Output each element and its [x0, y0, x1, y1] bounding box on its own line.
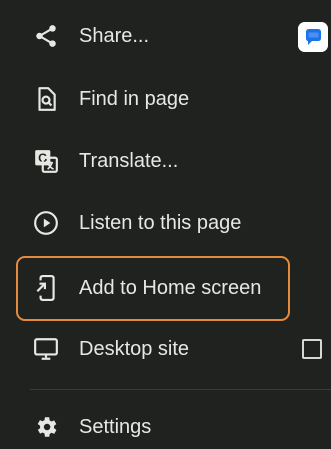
menu-item-label: Translate... — [79, 150, 179, 172]
menu-item-label: Add to Home screen — [79, 277, 262, 299]
gear-icon — [33, 414, 59, 440]
desktop-site-checkbox[interactable] — [302, 339, 322, 359]
overflow-menu: Share... Find in page G Translate... Lis… — [0, 0, 331, 449]
menu-item-label: Share... — [79, 25, 150, 47]
menu-item-add-to-home-screen[interactable]: Add to Home screen — [0, 263, 331, 313]
translate-icon: G — [33, 148, 59, 174]
add-to-home-screen-icon — [33, 275, 59, 301]
menu-item-label: Desktop site — [79, 338, 190, 360]
menu-item-label: Settings — [79, 416, 152, 438]
menu-item-label: Find in page — [79, 88, 190, 110]
menu-item-label: Listen to this page — [79, 212, 242, 234]
menu-item-settings[interactable]: Settings — [0, 402, 331, 449]
play-circle-icon — [33, 210, 59, 236]
find-in-page-icon — [33, 86, 59, 112]
menu-item-share[interactable]: Share... — [0, 11, 331, 61]
desktop-icon — [33, 336, 59, 362]
menu-item-desktop-site[interactable]: Desktop site — [0, 324, 331, 374]
menu-item-translate[interactable]: G Translate... — [0, 136, 331, 186]
menu-item-find-in-page[interactable]: Find in page — [0, 74, 331, 124]
messages-app-icon[interactable] — [298, 22, 328, 52]
menu-item-listen-to-this-page[interactable]: Listen to this page — [0, 198, 331, 248]
share-icon — [33, 23, 59, 49]
menu-divider — [30, 389, 331, 390]
